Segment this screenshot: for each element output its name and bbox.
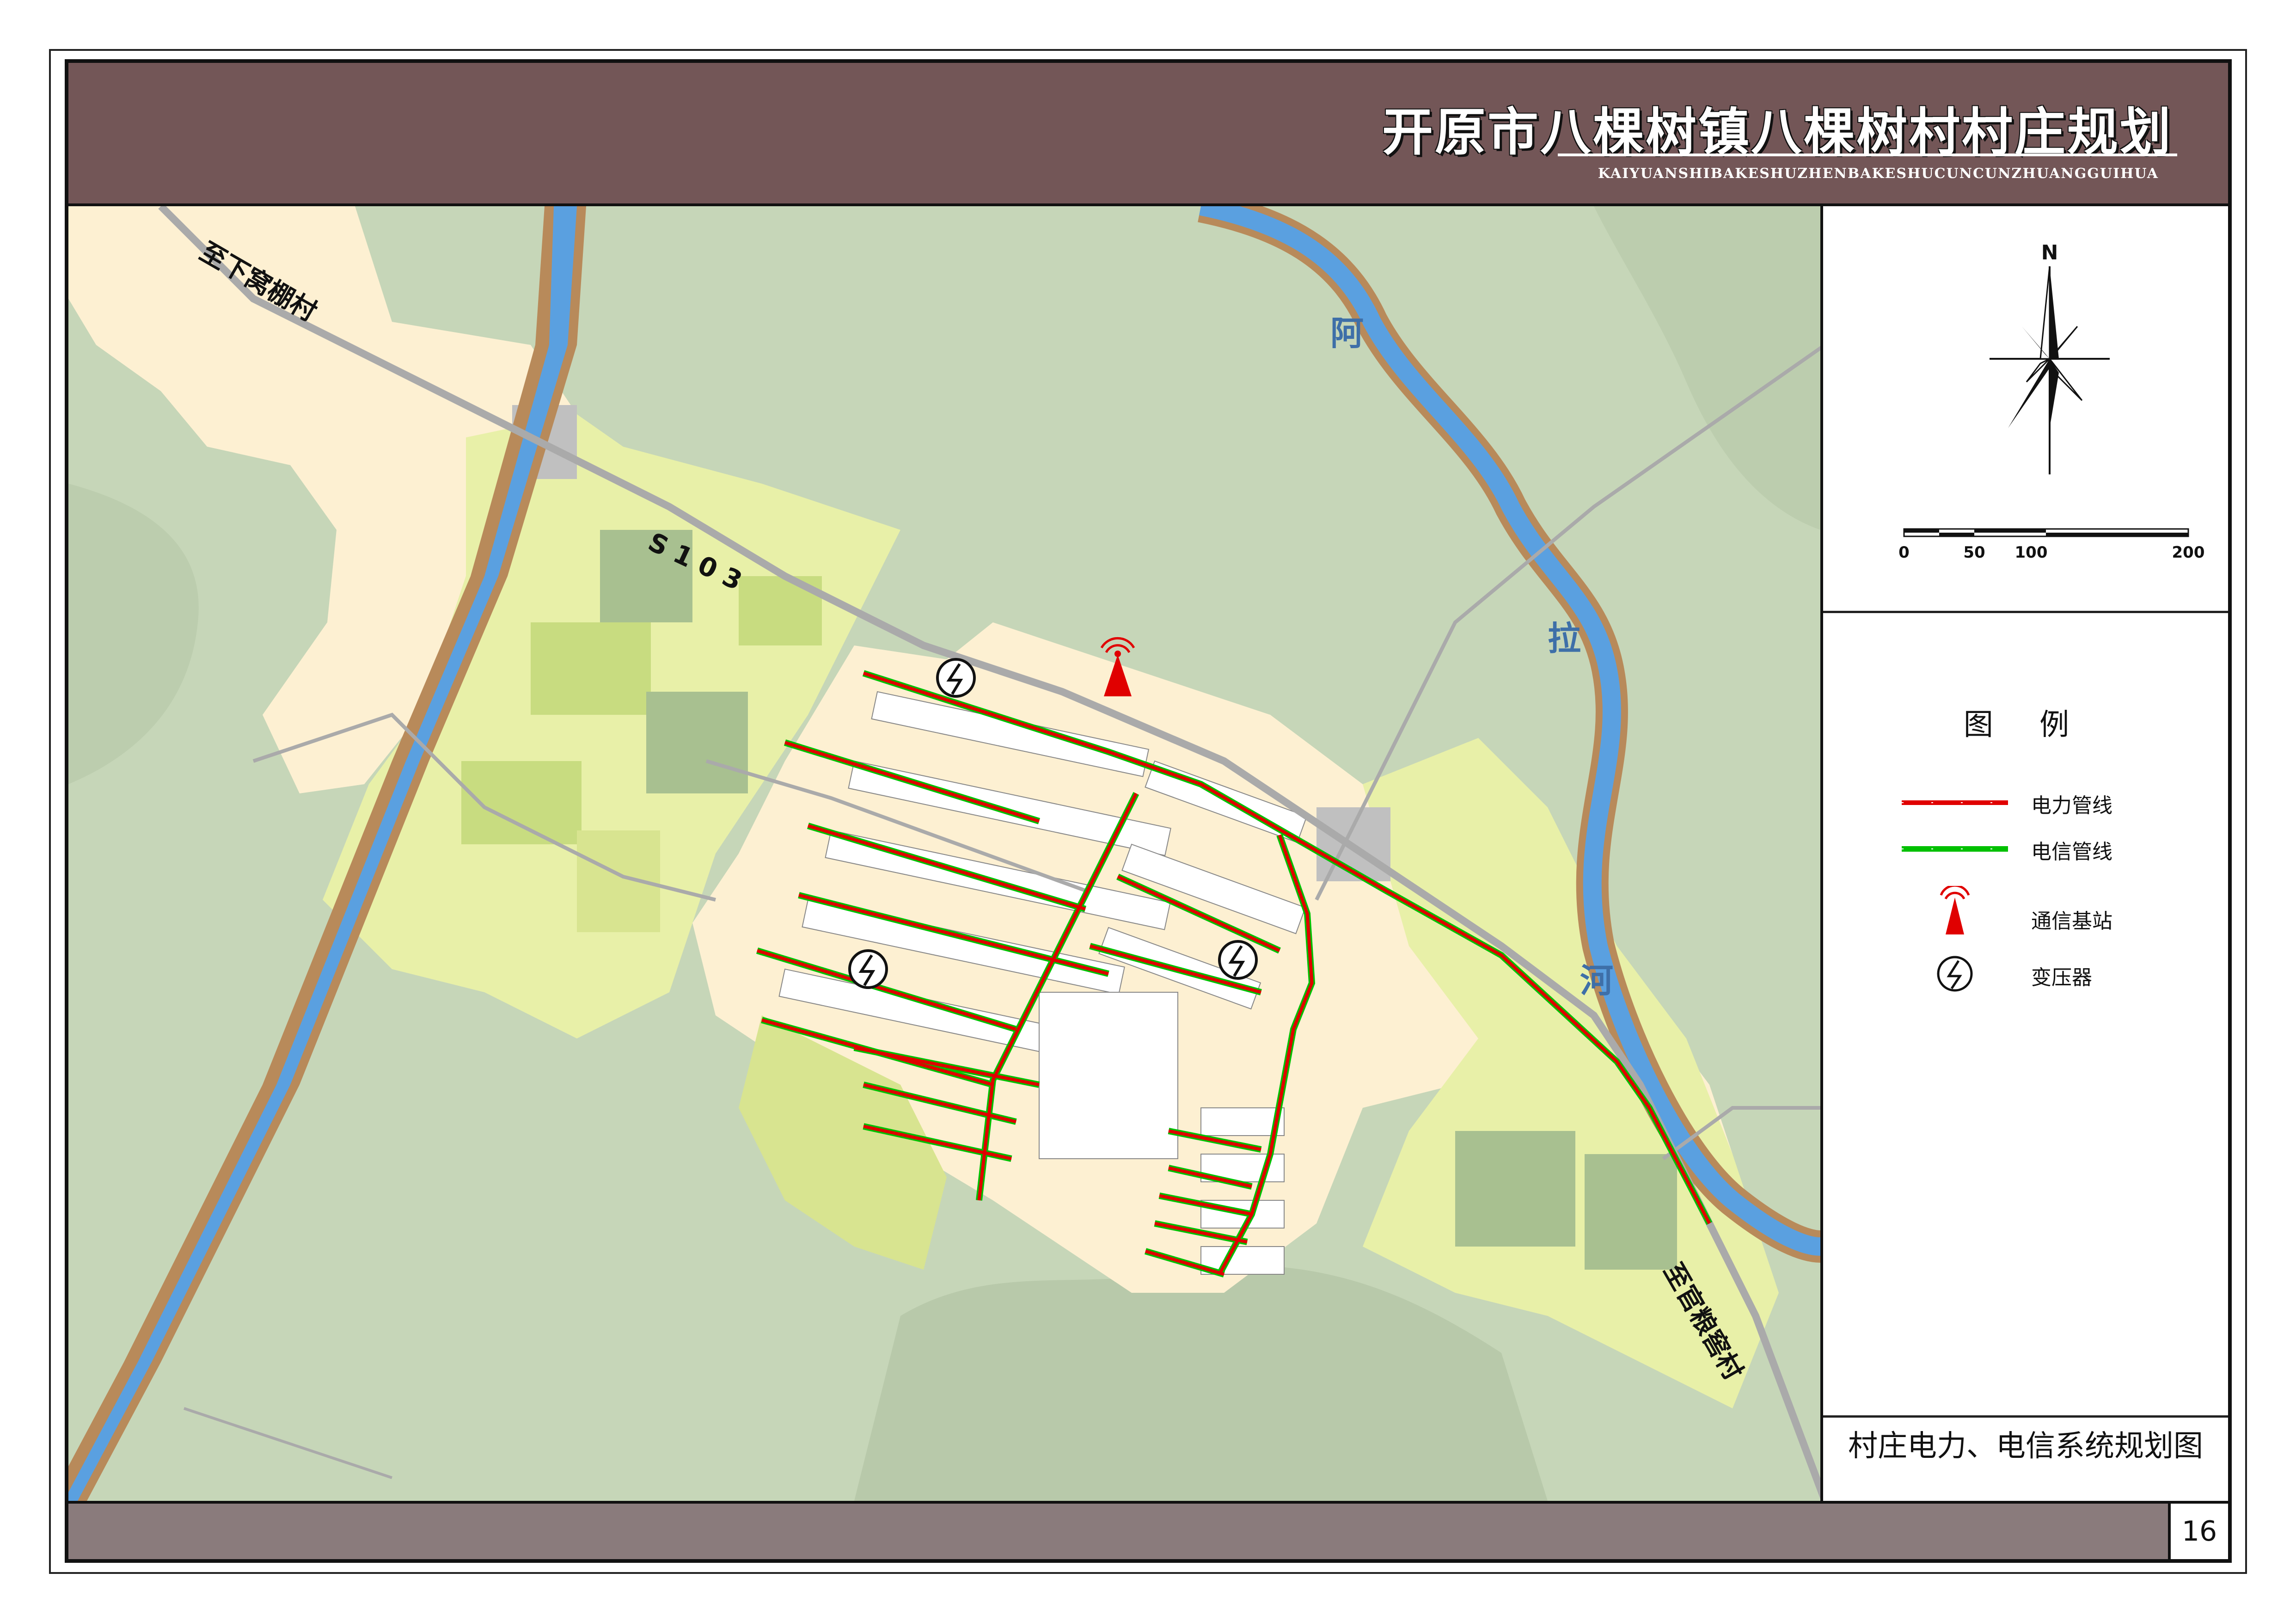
- scale-tick: 0: [1898, 543, 1910, 562]
- transformer-icon[interactable]: [936, 658, 976, 698]
- legend-label: 通信基站: [2031, 909, 2112, 933]
- side-panel: N 0 50 100 200 图 例 电力管线 电信管线 通信基站 变压器 村庄…: [1823, 206, 2228, 1501]
- legend-item-power: 电力管线: [1892, 784, 2216, 821]
- transformer-icon[interactable]: [848, 949, 888, 989]
- legend-item-telecom: 电信管线: [1892, 830, 2216, 867]
- legend-item-tower: 通信基站: [1892, 884, 2216, 941]
- north-arrow-icon: N 0 50 100 200: [1898, 241, 2205, 562]
- map-subtitle: KAIYUANSHIBAKESHUZHENBAKESHUCUNCUNZHUANG…: [1598, 166, 2159, 182]
- field-plot: [1585, 1154, 1677, 1270]
- field-plot: [531, 622, 651, 715]
- power-line-icon: [1902, 800, 2008, 805]
- field-plot: [646, 692, 748, 793]
- title-underline: [1558, 154, 2177, 156]
- header-bar: 开原市八棵树镇八棵树村村庄规划 KAIYUANSHIBAKESHUZHENBAK…: [68, 63, 2228, 206]
- north-label: N: [2041, 241, 2058, 264]
- scale-tick: 50: [1963, 543, 1985, 562]
- compass-box: N 0 50 100 200: [1823, 206, 2228, 613]
- transformer-icon[interactable]: [1218, 940, 1258, 980]
- map-canvas[interactable]: S 1 0 3 至下窝棚村 至官粮窖村 阿 拉 河: [68, 206, 1820, 1501]
- legend-label: 电信管线: [2031, 840, 2112, 864]
- transformer-icon: [1937, 956, 1973, 992]
- river-label-char: 河: [1580, 961, 1613, 1000]
- page-number: 16: [2168, 1504, 2228, 1559]
- field-plot: [1455, 1131, 1575, 1247]
- river-label-char: 阿: [1330, 314, 1364, 353]
- scale-bar: [1903, 528, 2189, 537]
- legend-box: 图 例 电力管线 电信管线 通信基站 变压器: [1823, 613, 2228, 1418]
- legend-title: 图 例: [1963, 708, 2088, 742]
- legend-item-transformer: 变压器: [1892, 951, 2216, 997]
- scale-tick: 200: [2172, 543, 2205, 562]
- footer-bar: 16: [68, 1501, 2228, 1559]
- drawing-name: 村庄电力、电信系统规划图: [1848, 1429, 2203, 1463]
- telecom-line-icon: [1902, 846, 2008, 852]
- map-area[interactable]: S 1 0 3 至下窝棚村 至官粮窖村 阿 拉 河: [68, 206, 1823, 1501]
- river-label-char: 拉: [1548, 619, 1581, 658]
- scale-tick: 100: [2015, 543, 2048, 562]
- legend-label: 电力管线: [2031, 794, 2112, 817]
- cell-tower-icon: [1940, 884, 1970, 934]
- legend-label: 变压器: [2031, 966, 2092, 989]
